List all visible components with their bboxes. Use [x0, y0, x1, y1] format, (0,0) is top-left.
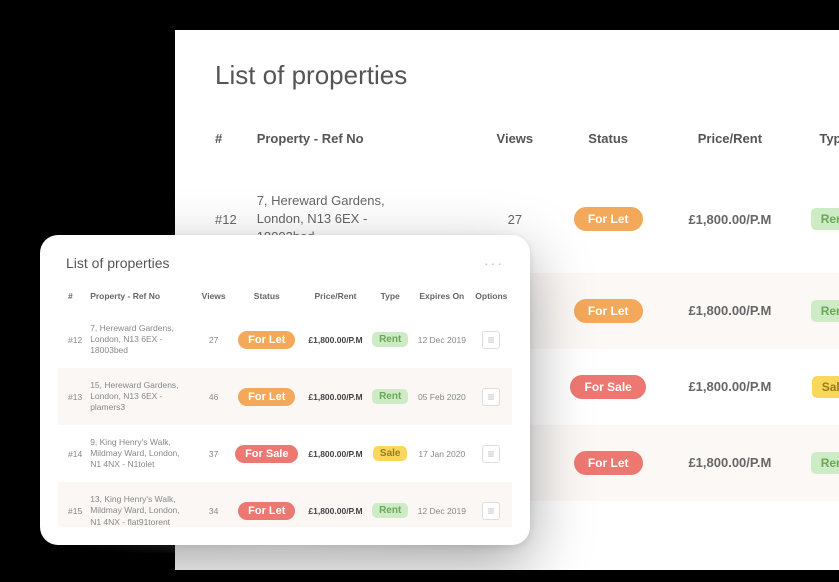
cell-options	[471, 311, 512, 368]
device-page-title: List of properties	[66, 255, 170, 271]
type-badge: Rent	[811, 208, 839, 230]
col-price: Price/Rent	[667, 101, 793, 166]
cell-type: Sale	[793, 349, 839, 425]
row-options-button[interactable]	[482, 331, 500, 349]
cell-expires: 12 Dec 2019	[413, 311, 471, 368]
cell-property: 15, Hereward Gardens,London, N13 6EX - p…	[86, 368, 197, 425]
col-property: Property - Ref No	[86, 281, 197, 311]
cell-price: £1,800.00/P.M	[667, 349, 793, 425]
cell-price: £1,800.00/P.M	[304, 311, 368, 368]
type-badge: Rent	[811, 300, 839, 322]
cell-expires: 05 Feb 2020	[413, 368, 471, 425]
type-badge: Rent	[372, 332, 408, 347]
table-row[interactable]: #14 9, King Henry's Walk,Mildmay Ward, L…	[58, 425, 512, 482]
row-options-button[interactable]	[482, 445, 500, 463]
cell-price: £1,800.00/P.M	[667, 273, 793, 349]
cell-views: 46	[197, 368, 230, 425]
cell-status: For Sale	[230, 425, 303, 482]
cell-property: 7, Hereward Gardens,London, N13 6EX - 18…	[86, 311, 197, 368]
list-icon	[486, 506, 496, 516]
status-badge: For Sale	[235, 445, 298, 463]
cell-price: £1,800.00/P.M	[304, 368, 368, 425]
row-options-button[interactable]	[482, 388, 500, 406]
cell-status: For Let	[550, 273, 667, 349]
cell-type: Sale	[367, 425, 412, 482]
cell-views: 27	[197, 311, 230, 368]
cell-type: Rent	[793, 425, 839, 501]
type-badge: Rent	[372, 503, 408, 518]
status-badge: For Let	[574, 299, 643, 323]
list-icon	[486, 449, 496, 459]
cell-type: Rent	[793, 273, 839, 349]
list-icon	[486, 392, 496, 402]
type-badge: Rent	[811, 452, 839, 474]
cell-type: Rent	[367, 368, 412, 425]
status-badge: For Let	[238, 388, 295, 406]
list-icon	[486, 335, 496, 345]
status-badge: For Let	[238, 502, 295, 520]
cell-options	[471, 368, 512, 425]
status-badge: For Let	[574, 451, 643, 475]
col-num: #	[175, 101, 247, 166]
table-header-row: # Property - Ref No Views Status Price/R…	[58, 281, 512, 311]
device-mockup: List of properties ··· # Property - Ref …	[40, 235, 530, 545]
cell-num: #15	[58, 482, 86, 527]
page-title: List of properties	[175, 30, 839, 101]
row-options-button[interactable]	[482, 502, 500, 520]
type-badge: Sale	[373, 446, 408, 461]
type-badge: Rent	[372, 389, 408, 404]
table-row[interactable]: #15 13, King Henry's Walk,Mildmay Ward, …	[58, 482, 512, 527]
cell-property: 13, King Henry's Walk,Mildmay Ward, Lond…	[86, 482, 197, 527]
cell-status: For Sale	[550, 349, 667, 425]
col-expires: Expires On	[413, 281, 471, 311]
cell-status: For Let	[550, 166, 667, 273]
cell-status: For Let	[230, 368, 303, 425]
cell-options	[471, 425, 512, 482]
cell-price: £1,800.00/P.M	[667, 425, 793, 501]
col-views: Views	[197, 281, 230, 311]
col-options: Options	[471, 281, 512, 311]
col-price: Price/Rent	[304, 281, 368, 311]
table-row[interactable]: #13 15, Hereward Gardens,London, N13 6EX…	[58, 368, 512, 425]
cell-views: 34	[197, 482, 230, 527]
status-badge: For Let	[574, 207, 643, 231]
col-type: Type	[793, 101, 839, 166]
cell-status: For Let	[230, 311, 303, 368]
cell-num: #14	[58, 425, 86, 482]
col-views: Views	[480, 101, 550, 166]
cell-type: Rent	[793, 166, 839, 273]
cell-property: 9, King Henry's Walk,Mildmay Ward, Londo…	[86, 425, 197, 482]
floor-shadow	[0, 540, 600, 570]
col-status: Status	[550, 101, 667, 166]
cell-price: £1,800.00/P.M	[304, 425, 368, 482]
type-badge: Sale	[812, 376, 839, 398]
cell-num: #13	[58, 368, 86, 425]
col-property: Property - Ref No	[247, 101, 480, 166]
status-badge: For Let	[238, 331, 295, 349]
cell-expires: 17 Jan 2020	[413, 425, 471, 482]
cell-price: £1,800.00/P.M	[667, 166, 793, 273]
cell-options	[471, 482, 512, 527]
col-num: #	[58, 281, 86, 311]
properties-table-device: # Property - Ref No Views Status Price/R…	[58, 281, 512, 527]
cell-status: For Let	[550, 425, 667, 501]
more-menu-icon[interactable]: ···	[484, 255, 504, 271]
cell-price: £1,800.00/P.M	[304, 482, 368, 527]
col-status: Status	[230, 281, 303, 311]
status-badge: For Sale	[570, 375, 645, 399]
cell-type: Rent	[367, 482, 412, 527]
table-header-row: # Property - Ref No Views Status Price/R…	[175, 101, 839, 166]
col-type: Type	[367, 281, 412, 311]
cell-expires: 12 Dec 2019	[413, 482, 471, 527]
cell-views: 37	[197, 425, 230, 482]
device-screen: List of properties ··· # Property - Ref …	[58, 249, 512, 527]
cell-num: #12	[58, 311, 86, 368]
table-row[interactable]: #12 7, Hereward Gardens,London, N13 6EX …	[58, 311, 512, 368]
cell-status: For Let	[230, 482, 303, 527]
cell-type: Rent	[367, 311, 412, 368]
